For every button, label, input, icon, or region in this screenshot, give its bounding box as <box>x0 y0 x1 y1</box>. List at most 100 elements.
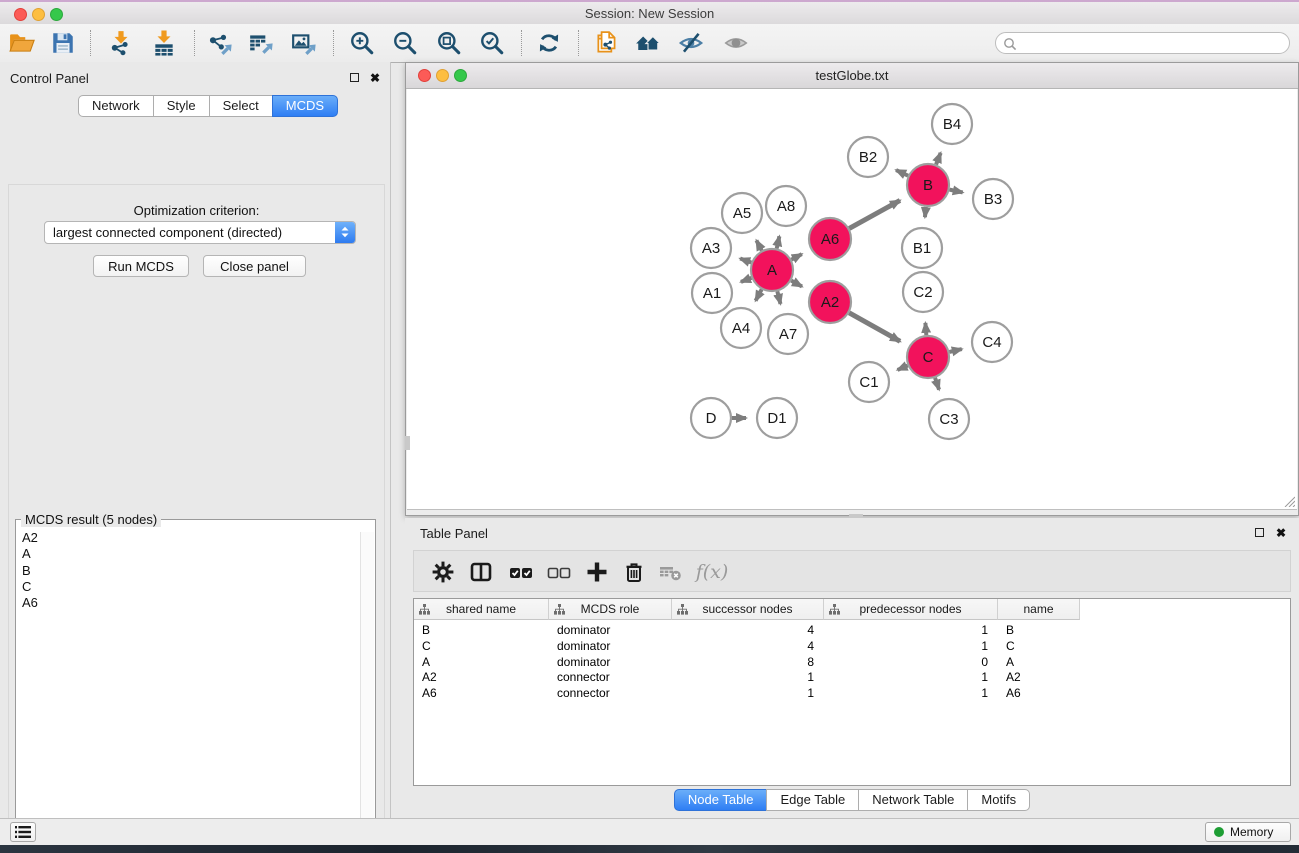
tab-edge-table[interactable]: Edge Table <box>766 789 859 811</box>
graph-node-C3[interactable]: C3 <box>929 399 969 439</box>
graph-edge-A-A1[interactable] <box>741 278 752 282</box>
graph-node-B3[interactable]: B3 <box>973 179 1013 219</box>
export-network-icon[interactable] <box>206 29 234 57</box>
import-table-icon[interactable] <box>150 29 178 57</box>
search-box[interactable] <box>995 32 1290 54</box>
column-header-MCDS-role[interactable]: MCDS role <box>549 599 672 620</box>
tab-network[interactable]: Network <box>78 95 154 117</box>
graph-edge-B-B2[interactable] <box>896 170 908 176</box>
graph-edge-A-A5[interactable] <box>756 240 761 250</box>
mcds-result-item[interactable]: A <box>18 546 359 562</box>
mcds-result-item[interactable]: B <box>18 563 359 579</box>
save-session-icon[interactable] <box>49 29 77 57</box>
show-columns-icon[interactable] <box>467 558 495 586</box>
mcds-result-item[interactable]: A2 <box>18 530 359 546</box>
refresh-layout-icon[interactable] <box>535 29 563 57</box>
graph-edge-A-A8[interactable] <box>777 236 780 248</box>
table-cell[interactable]: B <box>414 623 549 639</box>
task-history-button[interactable] <box>10 822 36 842</box>
mcds-result-scrollbar[interactable] <box>360 532 374 853</box>
table-cell[interactable]: dominator <box>549 655 672 671</box>
graph-node-A8[interactable]: A8 <box>766 186 806 226</box>
graph-edge-B-B4[interactable] <box>936 153 941 165</box>
home-icon[interactable] <box>634 29 662 57</box>
tab-network-table[interactable]: Network Table <box>858 789 968 811</box>
graph-edge-B-B3[interactable] <box>950 190 963 193</box>
float-panel-icon[interactable] <box>350 73 359 82</box>
graph-edge-A-A3[interactable] <box>740 259 751 263</box>
table-cell[interactable]: 1 <box>672 686 824 702</box>
column-header-predecessor-nodes[interactable]: predecessor nodes <box>824 599 998 620</box>
delete-table-icon[interactable] <box>656 558 684 586</box>
close-panel-icon[interactable]: ✖ <box>370 73 380 83</box>
graph-edge-C-C3[interactable] <box>935 378 939 390</box>
table-cell[interactable]: A2 <box>414 670 549 686</box>
table-cell[interactable]: 0 <box>824 655 998 671</box>
table-cell[interactable]: 8 <box>672 655 824 671</box>
table-cell[interactable]: A2 <box>998 670 1080 686</box>
graph-node-A3[interactable]: A3 <box>691 228 731 268</box>
import-network-icon[interactable] <box>107 29 135 57</box>
graph-node-B4[interactable]: B4 <box>932 104 972 144</box>
float-table-panel-icon[interactable] <box>1255 528 1264 537</box>
delete-column-icon[interactable] <box>620 558 648 586</box>
table-cell[interactable]: A <box>414 655 549 671</box>
tab-select[interactable]: Select <box>209 95 273 117</box>
table-cell[interactable]: A6 <box>414 686 549 702</box>
graph-node-A7[interactable]: A7 <box>768 314 808 354</box>
graph-node-D[interactable]: D <box>691 398 731 438</box>
graph-node-B2[interactable]: B2 <box>848 137 888 177</box>
tab-mcds[interactable]: MCDS <box>272 95 338 117</box>
column-header-name[interactable]: name <box>998 599 1080 620</box>
table-row[interactable]: A6connector11A6 <box>414 686 1290 702</box>
panel-drag-handle[interactable] <box>405 436 410 450</box>
table-cell[interactable]: connector <box>549 670 672 686</box>
search-input[interactable] <box>1020 34 1284 54</box>
graph-node-B[interactable]: B <box>907 164 949 206</box>
table-cell[interactable]: C <box>998 639 1080 655</box>
table-settings-icon[interactable] <box>429 558 457 586</box>
graph-edge-B-B1[interactable] <box>925 207 926 217</box>
zoom-fit-icon[interactable] <box>435 29 463 57</box>
table-cell[interactable]: 1 <box>824 623 998 639</box>
graph-node-A1[interactable]: A1 <box>692 273 732 313</box>
zoom-in-icon[interactable] <box>348 29 376 57</box>
graph-node-C2[interactable]: C2 <box>903 272 943 312</box>
table-row[interactable]: A2connector11A2 <box>414 670 1290 686</box>
graph-node-A6[interactable]: A6 <box>809 218 851 260</box>
tab-motifs[interactable]: Motifs <box>967 789 1030 811</box>
table-row[interactable]: Cdominator41C <box>414 639 1290 655</box>
close-table-panel-icon[interactable]: ✖ <box>1276 528 1286 538</box>
graph-edge-C-C2[interactable] <box>925 323 926 335</box>
graph-edge-C-C4[interactable] <box>949 349 961 352</box>
table-cell[interactable]: connector <box>549 686 672 702</box>
graph-node-C1[interactable]: C1 <box>849 362 889 402</box>
mcds-result-item[interactable]: C <box>18 579 359 595</box>
graph-edge-C-C1[interactable] <box>898 366 908 370</box>
graph-edge-A-A7[interactable] <box>777 291 780 304</box>
table-cell[interactable]: dominator <box>549 639 672 655</box>
mcds-result-item[interactable]: A6 <box>18 595 359 611</box>
table-cell[interactable]: B <box>998 623 1080 639</box>
graph-node-B1[interactable]: B1 <box>902 228 942 268</box>
clone-network-icon[interactable] <box>593 29 621 57</box>
table-cell[interactable]: dominator <box>549 623 672 639</box>
graph-node-A5[interactable]: A5 <box>722 193 762 233</box>
graph-node-D1[interactable]: D1 <box>757 398 797 438</box>
table-cell[interactable]: 1 <box>672 670 824 686</box>
unselect-all-columns-icon[interactable] <box>545 558 573 586</box>
table-cell[interactable]: 1 <box>824 686 998 702</box>
network-window-titlebar[interactable]: testGlobe.txt <box>406 63 1298 89</box>
graph-edge-A-A6[interactable] <box>791 254 801 260</box>
table-cell[interactable]: 4 <box>672 623 824 639</box>
optimization-dropdown[interactable]: largest connected component (directed) <box>44 221 356 244</box>
add-column-icon[interactable] <box>583 558 611 586</box>
table-row[interactable]: Adominator80A <box>414 655 1290 671</box>
tab-style[interactable]: Style <box>153 95 210 117</box>
table-cell[interactable]: C <box>414 639 549 655</box>
graph-node-A[interactable]: A <box>751 249 793 291</box>
select-all-columns-icon[interactable] <box>507 558 535 586</box>
export-table-icon[interactable] <box>247 29 275 57</box>
hide-panel-icon[interactable] <box>677 29 705 57</box>
graph-node-C4[interactable]: C4 <box>972 322 1012 362</box>
